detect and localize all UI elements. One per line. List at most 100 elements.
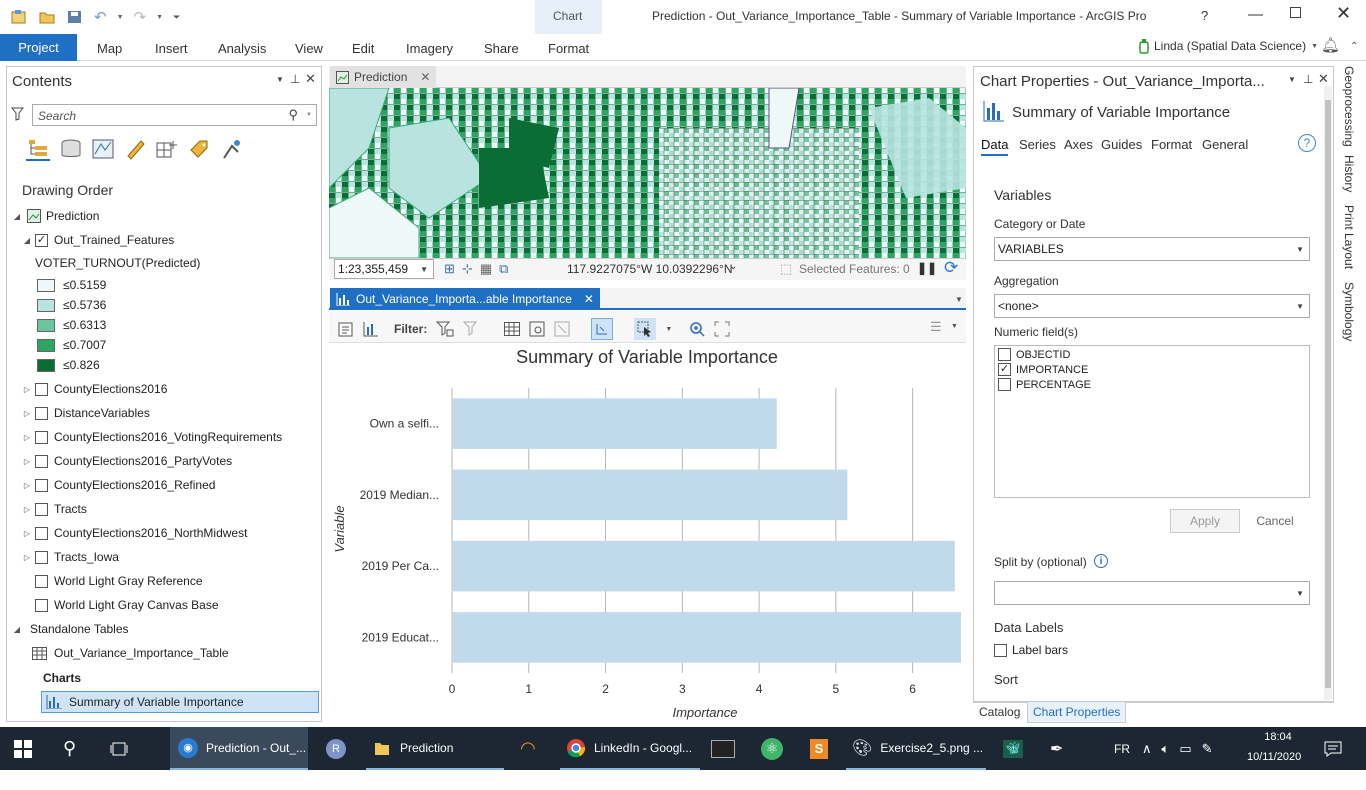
ribbon-collapse-icon[interactable]: ⌃ — [1350, 41, 1358, 52]
label-bars-option[interactable]: Label bars — [994, 643, 1068, 657]
redo-icon[interactable]: ↷ — [134, 8, 147, 26]
close-pane-icon[interactable]: ✕ — [1318, 71, 1329, 87]
app-icon[interactable]: ✒ — [1050, 727, 1063, 770]
notifications-icon[interactable] — [1324, 727, 1342, 770]
tab-project[interactable]: Project — [0, 34, 77, 61]
layer-visibility-checkbox[interactable]: ✓ — [35, 233, 48, 247]
close-button[interactable]: ✕ — [1336, 3, 1351, 24]
bar[interactable] — [452, 398, 777, 449]
taskbar-chrome[interactable]: LinkedIn - Googl... — [560, 727, 700, 770]
save-project-icon[interactable] — [66, 9, 84, 25]
chevron-down-icon[interactable]: ⌄ — [729, 261, 737, 272]
bar[interactable] — [452, 612, 961, 663]
layer-visibility-checkbox[interactable] — [35, 526, 48, 540]
editing-view-icon[interactable] — [124, 138, 146, 160]
expand-icon[interactable]: ▷ — [22, 481, 32, 490]
language-indicator[interactable]: FR — [1114, 727, 1130, 770]
properties-scrollbar[interactable] — [1324, 86, 1332, 700]
fixed-zoom-icon[interactable]: ⊞ — [444, 261, 455, 277]
expand-icon[interactable]: ▷ — [22, 433, 32, 442]
side-tab-symbology[interactable]: Symbology — [1342, 282, 1356, 341]
basemap-item[interactable]: World Light Gray Canvas Base — [32, 594, 219, 616]
field-item[interactable]: ✓ IMPORTANCE — [998, 363, 1088, 376]
chevron-down-icon[interactable]: ▼ — [306, 112, 312, 118]
grid-icon[interactable]: ▦ — [480, 261, 492, 277]
notification-icon[interactable]: 🔔︎ — [1321, 36, 1340, 54]
close-pane-icon[interactable]: ✕ — [305, 71, 316, 87]
data-source-icon[interactable] — [60, 139, 82, 159]
apply-button[interactable]: Apply — [1170, 509, 1240, 533]
refresh-icon[interactable]: ⟳ — [944, 258, 958, 278]
task-view-icon[interactable] — [110, 727, 128, 770]
user-account[interactable]: Linda (Spatial Data Science) ▼ — [1139, 38, 1318, 54]
expand-icon[interactable]: ▷ — [22, 529, 32, 538]
tab-general[interactable]: General — [1202, 137, 1248, 152]
side-tab-history[interactable]: History — [1342, 155, 1356, 192]
open-project-icon[interactable] — [38, 9, 56, 25]
r-icon[interactable]: R — [326, 727, 346, 770]
sublime-icon[interactable]: S — [810, 727, 828, 770]
bar[interactable] — [452, 469, 848, 521]
tab-analysis[interactable]: Analysis — [218, 41, 266, 56]
layer-item[interactable]: ▷ CountyElections2016_NorthMidwest — [22, 522, 248, 544]
basemap-item[interactable]: World Light Gray Reference — [32, 570, 203, 592]
battery-icon[interactable]: ▭ — [1179, 741, 1191, 757]
pin-icon[interactable]: ⊥ — [1303, 72, 1313, 86]
clear-selection-icon[interactable] — [554, 321, 570, 337]
tab-share[interactable]: Share — [484, 41, 519, 56]
layer-item[interactable]: ▷ CountyElections2016_VotingRequirements — [22, 426, 282, 448]
tab-map-view[interactable]: Prediction ✕ — [330, 66, 437, 88]
tab-chart-properties[interactable]: Chart Properties — [1027, 702, 1127, 723]
undo-icon[interactable]: ↶ — [94, 8, 107, 26]
matlab-icon[interactable]: ◠ — [520, 727, 536, 770]
chevron-down-icon[interactable]: ▼ — [951, 323, 958, 330]
taskbar-paint[interactable]: 🎨︎ Exercise2_5.png ... — [846, 727, 986, 770]
minimize-button[interactable]: — — [1248, 6, 1263, 23]
pane-menu-icon[interactable]: ▼ — [1288, 75, 1296, 84]
layer-item[interactable]: ▷ CountyElections2016 — [22, 378, 168, 400]
taskbar-arcgis[interactable]: ◉ Prediction - Out_... — [170, 727, 308, 770]
standalone-tables-group[interactable]: ◢ Standalone Tables — [12, 618, 129, 640]
tab-guides[interactable]: Guides — [1101, 137, 1142, 152]
scrollbar-thumb[interactable] — [1325, 100, 1331, 688]
pause-drawing-icon[interactable]: ❚❚ — [917, 261, 937, 275]
help-button[interactable]: ? — [1201, 8, 1208, 23]
help-icon[interactable]: ? — [1298, 134, 1316, 152]
tab-chart-view[interactable]: Out_Variance_Importa...able Importance ✕ — [330, 288, 600, 310]
restore-button[interactable] — [1290, 7, 1301, 18]
expand-icon[interactable]: ▷ — [22, 553, 32, 562]
layer-visibility-checkbox[interactable] — [35, 430, 48, 444]
select-tool-icon[interactable] — [634, 318, 657, 340]
side-tab-geoprocessing[interactable]: Geoprocessing — [1342, 66, 1356, 147]
layer-item[interactable]: ▷ Tracts_Iowa — [22, 546, 119, 568]
expand-icon[interactable]: ▷ — [22, 457, 32, 466]
zoom-selected-icon[interactable] — [529, 321, 545, 337]
choropleth-map[interactable] — [329, 88, 966, 258]
filter-selection-icon[interactable] — [463, 321, 481, 337]
tab-imagery[interactable]: Imagery — [406, 41, 453, 56]
layer-item[interactable]: ▷ CountyElections2016_PartyVotes — [22, 450, 232, 472]
search-icon[interactable]: ⚲ — [288, 107, 298, 123]
layer-visibility-checkbox[interactable] — [35, 550, 48, 564]
filter-extent-icon[interactable] — [436, 321, 454, 337]
tab-axes[interactable]: Axes — [1064, 137, 1093, 152]
search-input[interactable]: Search ⚲ ▼ — [32, 104, 317, 126]
expand-icon[interactable]: ▷ — [22, 385, 32, 394]
layer-visibility-checkbox[interactable] — [35, 382, 48, 396]
snapping-view-icon[interactable] — [156, 139, 178, 159]
app-icon[interactable]: 🦋︎ — [1003, 727, 1023, 770]
layer-visibility-checkbox[interactable] — [35, 478, 48, 492]
scale-selector[interactable]: 1:23,355,459 ▼ — [334, 259, 434, 279]
tab-data[interactable]: Data — [981, 137, 1009, 156]
properties-icon[interactable] — [338, 321, 354, 337]
chevron-up-icon[interactable]: ∧ — [1142, 741, 1152, 757]
split-by-select[interactable]: ▼ — [994, 581, 1310, 605]
layer-item[interactable]: ▷ Tracts — [22, 498, 87, 520]
cancel-button[interactable]: Cancel — [1245, 509, 1305, 533]
new-project-icon[interactable] — [10, 9, 28, 25]
layer-visibility-checkbox[interactable] — [35, 502, 48, 516]
layer-visibility-checkbox[interactable] — [35, 598, 48, 612]
volume-icon[interactable]: 🔈︎ — [1162, 741, 1170, 757]
measure-icon[interactable]: ⊹ — [462, 261, 473, 277]
pane-menu-icon[interactable]: ▼ — [276, 75, 284, 84]
